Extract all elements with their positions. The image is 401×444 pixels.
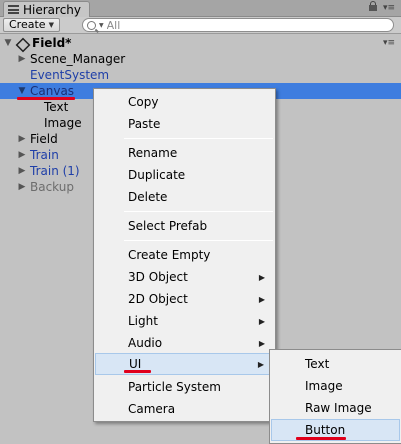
menu-item-delete[interactable]: Delete [95, 186, 274, 208]
create-button[interactable]: Create ▼ [3, 18, 60, 32]
submenu-arrow-icon: ▶ [258, 338, 265, 348]
foldout-open-icon[interactable]: ▼ [17, 86, 27, 96]
submenu-item-label: Image [305, 379, 343, 393]
menu-item-create-empty[interactable]: Create Empty [95, 244, 274, 266]
tab-hierarchy-label: Hierarchy [23, 2, 82, 17]
menu-item-2d-object[interactable]: 2D Object ▶ [95, 288, 274, 310]
foldout-closed-icon[interactable]: ▶ [17, 166, 27, 176]
submenu-item-raw-image[interactable]: Raw Image [271, 397, 400, 419]
submenu-arrow-icon: ▶ [258, 316, 265, 326]
scene-menu-icon[interactable]: ▾≡ [383, 38, 395, 48]
tree-item-label: Train [30, 148, 59, 162]
menu-item-duplicate[interactable]: Duplicate [95, 164, 274, 186]
foldout-closed-icon[interactable]: ▶ [17, 134, 27, 144]
menu-item-copy[interactable]: Copy [95, 91, 274, 113]
unity-scene-icon [15, 37, 28, 50]
tree-item-label: Field [30, 132, 58, 146]
lock-icon[interactable] [368, 1, 377, 12]
menu-item-label: Delete [128, 190, 168, 204]
tree-item-eventsystem[interactable]: EventSystem [0, 67, 401, 83]
menu-item-label: UI [129, 357, 142, 371]
scene-name: Field* [32, 36, 72, 50]
menu-item-label: Rename [128, 146, 178, 160]
menu-item-label: Copy [128, 95, 159, 109]
menu-item-label: Audio [128, 336, 163, 350]
submenu-item-label: Text [305, 357, 330, 371]
search-field[interactable]: ▼ [82, 18, 394, 32]
menu-item-label: 3D Object [128, 270, 188, 284]
menu-item-label: Create Empty [128, 248, 211, 262]
caret-down-icon: ▼ [48, 21, 54, 29]
search-icon [87, 20, 96, 30]
tab-hierarchy[interactable]: Hierarchy [3, 1, 90, 17]
submenu-arrow-icon: ▶ [257, 359, 264, 369]
ui-submenu: Text Image Raw Image Button [269, 349, 401, 444]
menu-item-light[interactable]: Light ▶ [95, 310, 274, 332]
menu-item-select-prefab[interactable]: Select Prefab [95, 215, 274, 237]
submenu-item-image[interactable]: Image [271, 375, 400, 397]
annotation-underline-ui [124, 370, 151, 373]
foldout-closed-icon[interactable]: ▶ [17, 54, 27, 64]
hierarchy-toolbar: Create ▼ ▼ [0, 17, 401, 34]
context-menu: Copy Paste Rename Duplicate Delete Selec… [93, 88, 276, 422]
menu-item-camera[interactable]: Camera [95, 398, 274, 420]
scene-row[interactable]: ▼ Field* ▾≡ [0, 35, 401, 51]
menu-item-paste[interactable]: Paste [95, 113, 274, 135]
foldout-closed-icon[interactable]: ▶ [17, 182, 27, 192]
menu-item-3d-object[interactable]: 3D Object ▶ [95, 266, 274, 288]
tab-bar: Hierarchy ▾≡ [0, 0, 401, 17]
tree-item-label: Text [44, 100, 69, 114]
tree-item-scene-manager[interactable]: ▶ Scene_Manager [0, 51, 401, 67]
menu-item-particle-system[interactable]: Particle System [95, 376, 274, 398]
list-icon [8, 5, 19, 14]
tree-item-label: EventSystem [30, 68, 110, 82]
foldout-closed-icon[interactable]: ▶ [17, 150, 27, 160]
submenu-item-text[interactable]: Text [271, 353, 400, 375]
tree-item-label: Train (1) [30, 164, 80, 178]
annotation-underline-button [296, 437, 346, 440]
tree-item-label: Scene_Manager [30, 52, 126, 66]
menu-separator [124, 138, 273, 139]
menu-item-rename[interactable]: Rename [95, 142, 274, 164]
menu-separator [124, 211, 273, 212]
foldout-open-icon[interactable]: ▼ [3, 38, 13, 48]
panel-menu-icon[interactable]: ▾≡ [383, 3, 395, 13]
create-button-label: Create [9, 18, 46, 31]
submenu-arrow-icon: ▶ [258, 272, 265, 282]
submenu-item-label: Button [305, 423, 346, 437]
search-input[interactable] [106, 19, 367, 31]
menu-item-label: Particle System [128, 380, 221, 394]
menu-item-ui[interactable]: UI ▶ [95, 353, 274, 375]
menu-item-label: Light [128, 314, 158, 328]
menu-item-label: Duplicate [128, 168, 186, 182]
tree-item-label: Backup [30, 180, 74, 194]
menu-item-audio[interactable]: Audio ▶ [95, 332, 274, 354]
submenu-arrow-icon: ▶ [258, 294, 265, 304]
menu-separator [124, 240, 273, 241]
submenu-item-label: Raw Image [305, 401, 372, 415]
tree-item-label: Image [44, 116, 82, 130]
menu-item-label: Paste [128, 117, 161, 131]
tab-controls: ▾≡ [368, 1, 395, 13]
menu-item-label: 2D Object [128, 292, 188, 306]
tree-item-label: Canvas [30, 84, 75, 98]
menu-item-label: Camera [128, 402, 176, 416]
menu-item-label: Select Prefab [128, 219, 208, 233]
search-filter-caret-icon[interactable]: ▼ [99, 22, 104, 29]
